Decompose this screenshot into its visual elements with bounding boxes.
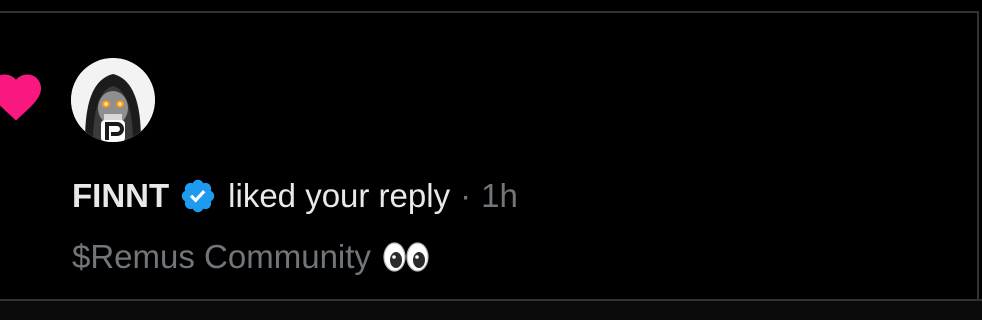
verified-badge-icon [181, 179, 215, 213]
timestamp[interactable]: 1h [481, 173, 518, 219]
separator-dot: · [460, 177, 472, 214]
avatar[interactable] [71, 58, 155, 142]
eyes-emoji-icon [383, 242, 429, 272]
action-text: liked your reply [228, 177, 451, 214]
notification-text: FINNT liked your reply · 1h [72, 173, 518, 219]
reply-excerpt: $Remus Community [72, 238, 371, 275]
user-name-link[interactable]: FINNT [72, 173, 169, 219]
next-notification-edge [0, 301, 982, 320]
notifications-timeline: FINNT liked your reply · 1h $Remus Commu… [0, 0, 982, 320]
avatar-image [71, 58, 155, 142]
divider-right [977, 11, 979, 301]
heart-icon [0, 74, 41, 121]
reply-preview[interactable]: $Remus Community [72, 234, 429, 280]
like-notification[interactable]: FINNT liked your reply · 1h $Remus Commu… [0, 13, 977, 299]
